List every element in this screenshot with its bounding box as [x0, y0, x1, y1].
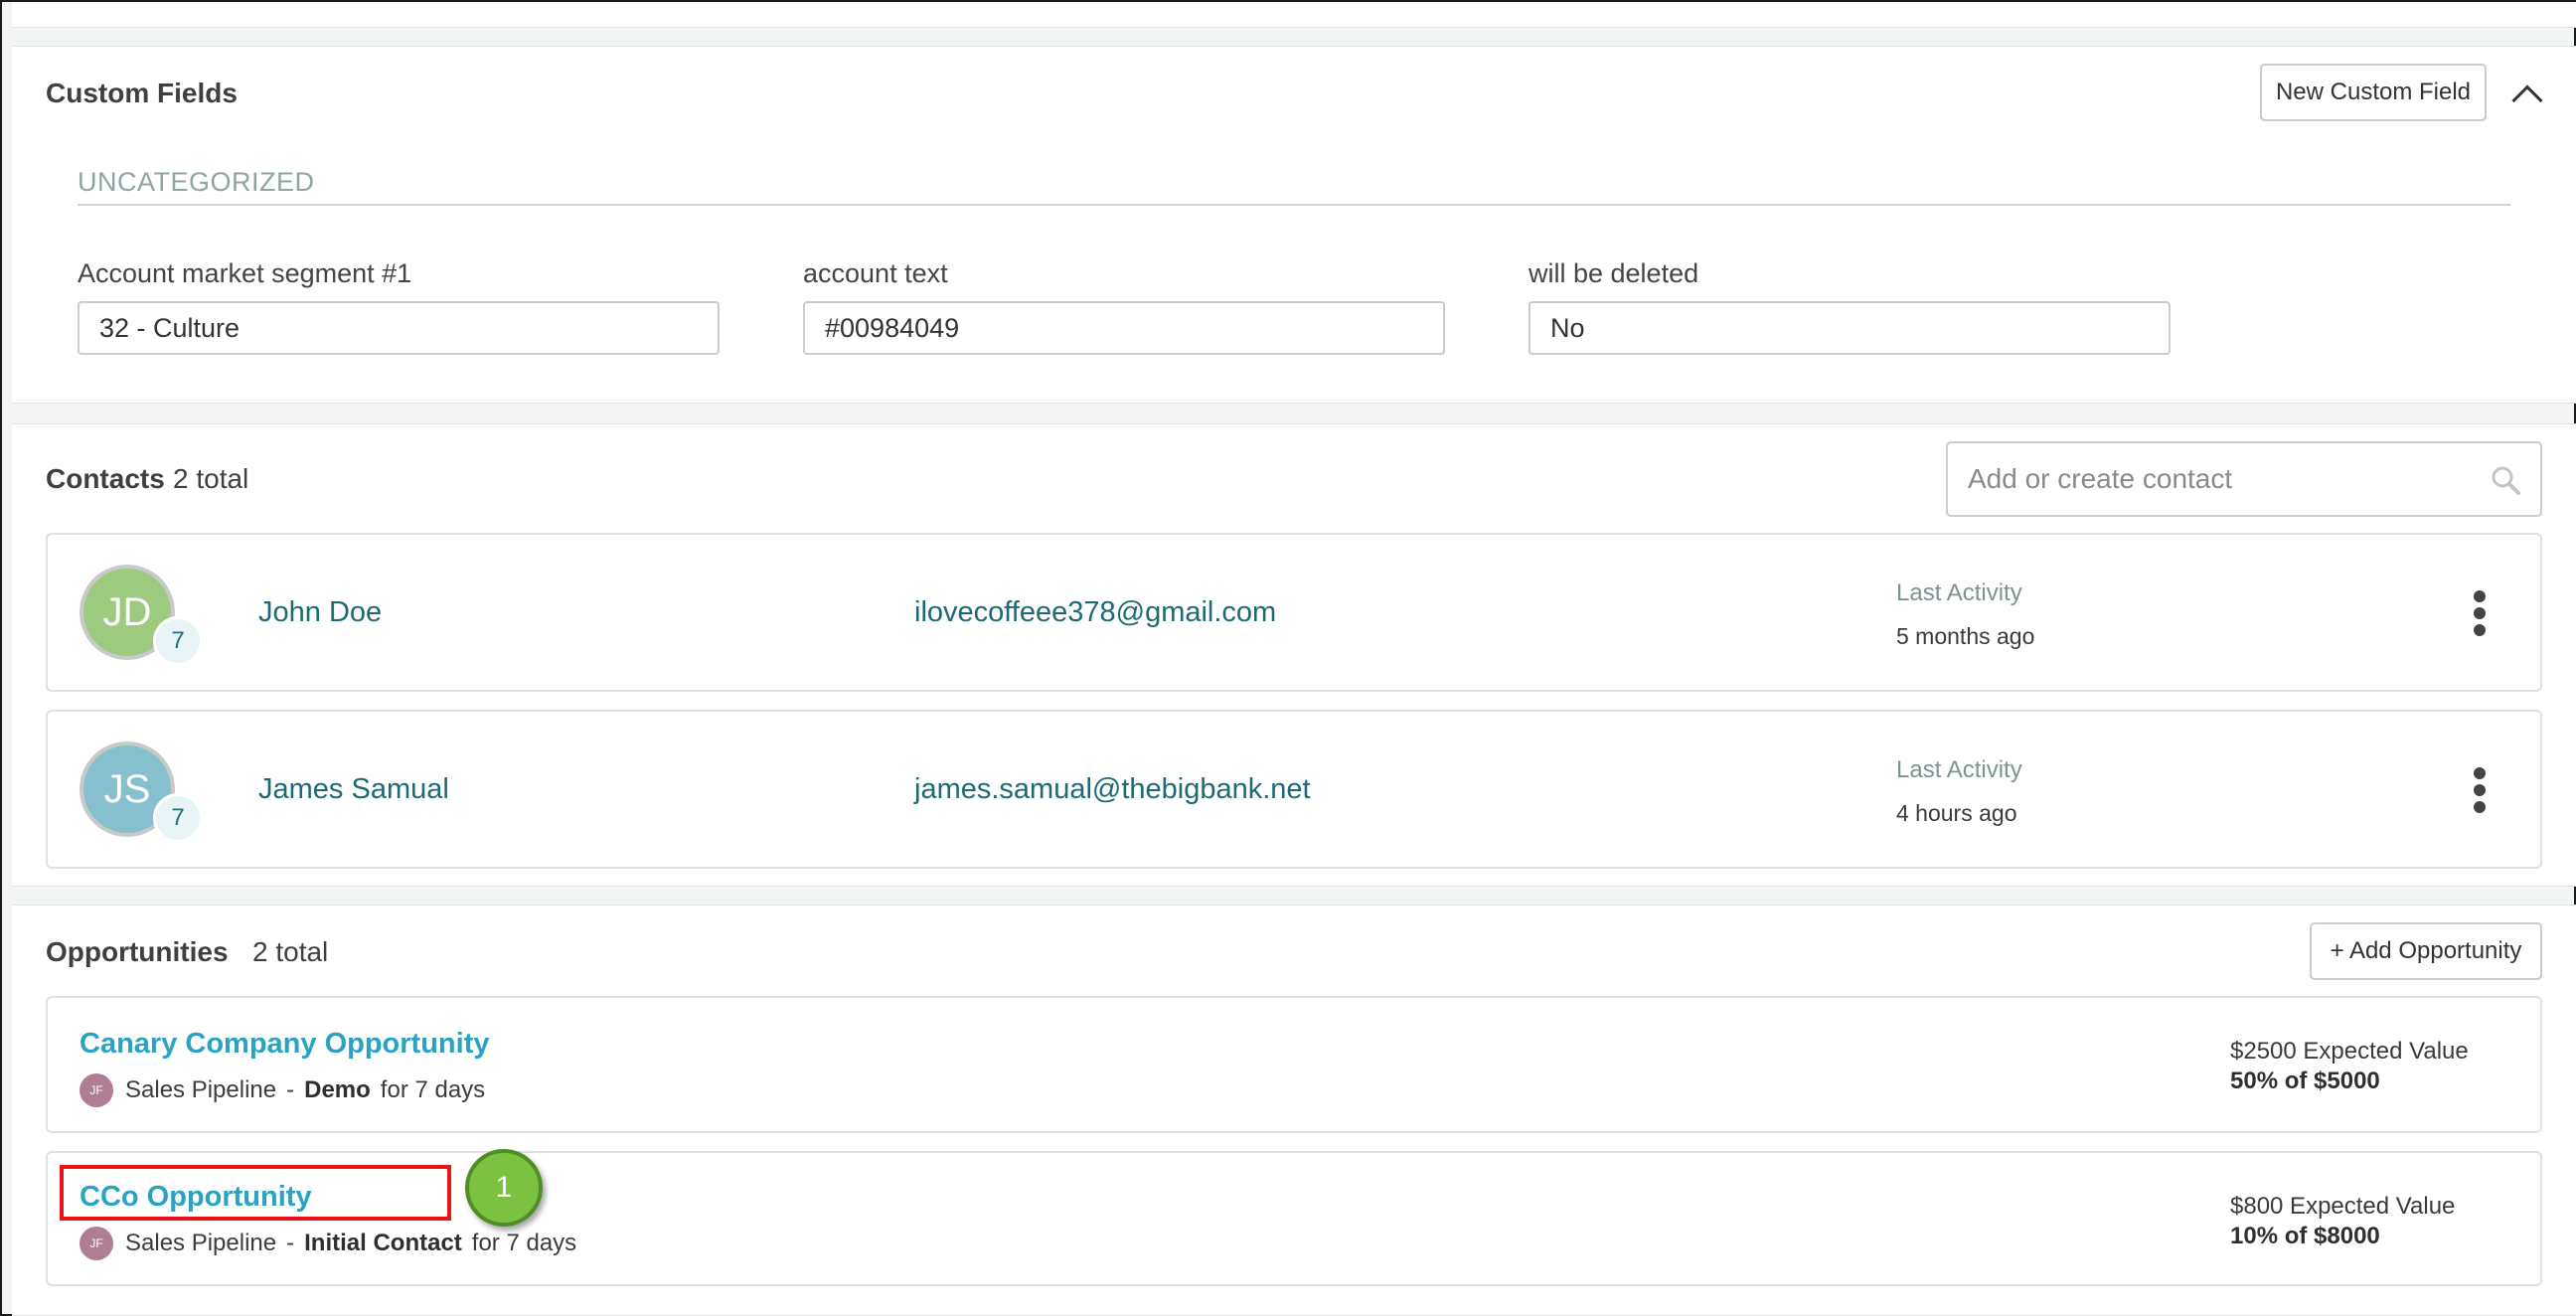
page-frame: Custom Fields New Custom Field UNCATEGOR… — [0, 0, 2576, 1316]
contact-row[interactable] — [46, 533, 2542, 692]
field-account-text[interactable]: #00984049 — [803, 301, 1445, 355]
contacts-count: 2 total — [173, 463, 249, 494]
opportunity-row[interactable] — [46, 996, 2542, 1133]
last-activity-value: 5 months ago — [1896, 623, 2035, 649]
group-label-uncategorized: UNCATEGORIZED — [78, 167, 315, 197]
win-probability: 10% of $8000 — [2230, 1223, 2380, 1249]
field-label-account-text: account text — [803, 258, 948, 288]
step-marker: 1 — [465, 1149, 543, 1227]
stage-separator: - — [286, 1076, 295, 1103]
expected-value: $2500 Expected Value — [2230, 1038, 2469, 1065]
field-market-segment[interactable]: 32 - Culture — [78, 301, 720, 355]
stage-duration: for 7 days — [471, 1230, 577, 1256]
opportunity-stage-line: JF Sales Pipeline - Initial Contact for … — [80, 1227, 576, 1260]
collapse-button[interactable] — [2496, 72, 2556, 117]
highlight-box — [60, 1165, 451, 1221]
pipeline-name: Sales Pipeline — [125, 1230, 277, 1256]
opportunities-title: Opportunities — [46, 936, 229, 967]
opportunity-stage-line: JF Sales Pipeline - Demo for 7 days — [80, 1073, 485, 1107]
new-custom-field-button[interactable]: New Custom Field — [2260, 64, 2487, 121]
chevron-up-icon — [2511, 84, 2543, 116]
top-panel-edge — [12, 2, 2576, 28]
owner-avatar: JF — [80, 1073, 113, 1107]
contacts-title: Contacts — [46, 463, 165, 494]
custom-fields-title: Custom Fields — [46, 78, 238, 108]
stage-name: Demo — [304, 1076, 371, 1103]
opportunities-count: 2 total — [252, 936, 329, 967]
contact-email-link[interactable]: james.samual@thebigbank.net — [914, 773, 1311, 806]
field-will-be-deleted[interactable]: No — [1529, 301, 2171, 355]
last-activity-value: 4 hours ago — [1896, 800, 2017, 826]
owner-avatar: JF — [80, 1227, 113, 1260]
field-label-market-segment: Account market segment #1 — [78, 258, 412, 288]
contact-name-link[interactable]: James Samual — [258, 773, 449, 806]
opportunity-title-link[interactable]: Canary Company Opportunity — [80, 1028, 490, 1061]
contact-email-link[interactable]: ilovecoffeee378@gmail.com — [914, 596, 1276, 629]
last-activity-label: Last Activity — [1896, 756, 2022, 783]
more-options-icon[interactable] — [2473, 590, 2487, 636]
expected-value: $800 Expected Value — [2230, 1193, 2456, 1220]
pipeline-name: Sales Pipeline — [125, 1076, 277, 1103]
stage-name: Initial Contact — [304, 1230, 462, 1256]
field-label-will-be-deleted: will be deleted — [1529, 258, 1699, 288]
search-icon[interactable] — [2491, 465, 2520, 495]
add-opportunity-button[interactable]: + Add Opportunity — [2310, 922, 2542, 980]
contact-name-link[interactable]: John Doe — [258, 596, 382, 629]
contact-search-input[interactable]: Add or create contact — [1946, 441, 2542, 517]
stage-duration: for 7 days — [380, 1076, 486, 1103]
contact-badge: 7 — [153, 616, 203, 666]
contact-search-placeholder: Add or create contact — [1968, 463, 2233, 494]
group-divider — [78, 204, 2510, 206]
contact-badge: 7 — [153, 793, 203, 843]
win-probability: 50% of $5000 — [2230, 1068, 2380, 1094]
more-options-icon[interactable] — [2473, 767, 2487, 813]
last-activity-label: Last Activity — [1896, 579, 2022, 606]
stage-separator: - — [286, 1230, 295, 1256]
